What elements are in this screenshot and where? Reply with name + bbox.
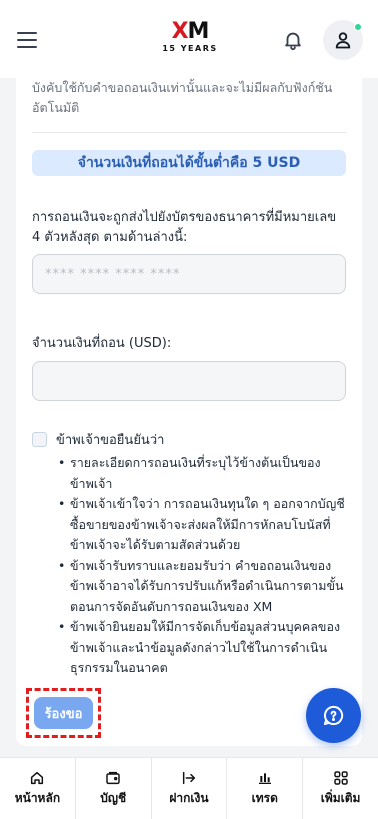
amount-label: จำนวนเงินที่ถอน (USD):: [32, 336, 172, 351]
confirm-terms-list: รายละเอียดการถอนเงินที่ระบุไว้ข้างต้นเป็…: [56, 453, 352, 679]
top-header: XM 15 YEARS: [0, 0, 378, 78]
chart-bars-icon: [258, 773, 271, 784]
chat-help-icon: [323, 705, 344, 726]
nav-home[interactable]: หน้าหลัก: [0, 758, 76, 819]
nav-deposit[interactable]: ฝากเงิน: [152, 758, 228, 819]
nav-accounts-label: บัญชี: [100, 791, 127, 805]
card-number-input[interactable]: [32, 254, 346, 294]
bottom-nav: หน้าหลัก บัญชี ฝากเงิน เทรด เพิ่มเติม: [0, 757, 378, 819]
grid-icon: [333, 771, 348, 785]
confirm-title: ข้าพเจ้าขอยืนยันว่า: [56, 433, 165, 448]
logo-subtitle: 15 YEARS: [162, 44, 218, 53]
bell-icon[interactable]: [282, 29, 304, 51]
submit-highlight: ร้องขอ: [26, 688, 101, 738]
withdrawal-form-card: บังคับใช้กับคำขอถอนเงินเท่านั้นและจะไม่ม…: [16, 78, 362, 746]
terms-item: ข้าพเจ้ายินยอมให้มีการจัดเก็บข้อมูลส่วนบ…: [56, 617, 352, 679]
confirm-checkbox[interactable]: [32, 432, 47, 447]
submit-request-button[interactable]: ร้องขอ: [34, 697, 93, 729]
home-icon: [31, 771, 44, 785]
terms-item: รายละเอียดการถอนเงินที่ระบุไว้ข้างต้นเป็…: [56, 453, 352, 494]
nav-trade-label: เทรด: [251, 791, 278, 805]
amount-input[interactable]: [32, 361, 346, 401]
user-icon: [335, 32, 351, 49]
chat-support-button[interactable]: [306, 688, 361, 743]
nav-more[interactable]: เพิ่มเติม: [303, 758, 378, 819]
nav-more-label: เพิ่มเติม: [320, 791, 361, 805]
divider: [32, 132, 346, 133]
online-status-dot: [354, 23, 362, 31]
wallet-icon: [106, 771, 120, 785]
terms-item: ข้าพเจ้าเข้าใจว่า การถอนเงินทุนใด ๆ ออกจ…: [56, 494, 352, 556]
nav-deposit-label: ฝากเงิน: [169, 791, 209, 805]
terms-item: ข้าพเจ้ารับทราบและยอมรับว่า คำขอถอนเงินข…: [56, 556, 352, 618]
xm-logo[interactable]: XM 15 YEARS: [160, 20, 220, 60]
nav-trade[interactable]: เทรด: [227, 758, 304, 819]
min-withdrawal-banner: จำนวนเงินที่ถอนได้ขั้นต่ำคือ 5 USD: [32, 150, 346, 176]
withdrawal-note: บังคับใช้กับคำขอถอนเงินเท่านั้นและจะไม่ม…: [32, 80, 333, 115]
hamburger-icon[interactable]: [17, 32, 37, 48]
card-number-label: การถอนเงินจะถูกส่งไปยังบัตรของธนาคารที่ม…: [32, 210, 337, 245]
logo-mark: XM: [171, 19, 210, 44]
nav-home-label: หน้าหลัก: [14, 791, 61, 805]
nav-accounts[interactable]: บัญชี: [76, 758, 152, 819]
deposit-arrow-icon: [182, 771, 196, 785]
